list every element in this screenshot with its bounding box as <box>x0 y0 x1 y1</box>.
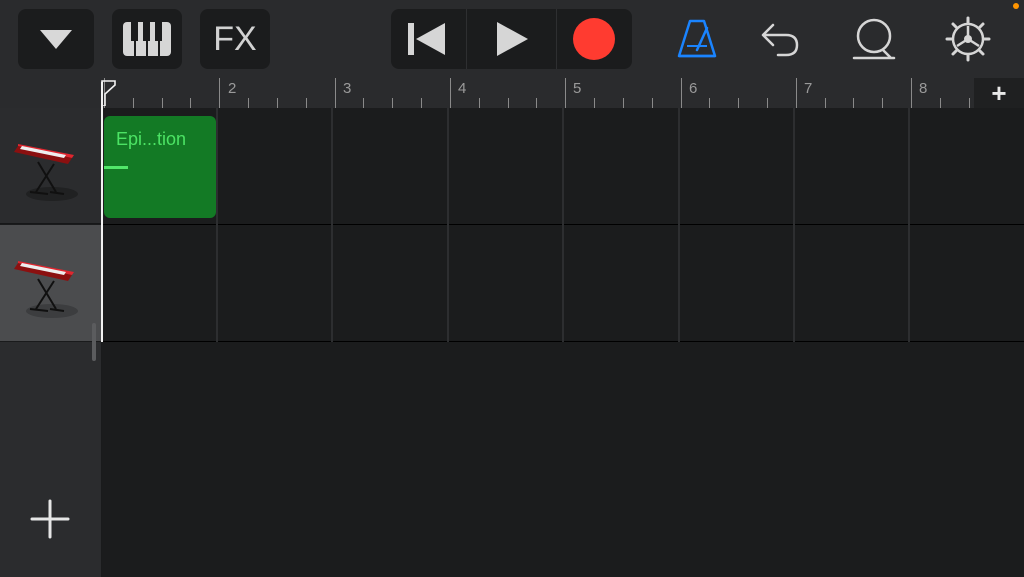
play-button[interactable] <box>467 9 556 69</box>
ruler-beat-tick <box>536 98 537 108</box>
loop-browser-button[interactable] <box>850 16 898 62</box>
ruler-corner <box>0 78 102 108</box>
bar-line <box>562 108 564 342</box>
ruler-beat-tick <box>421 98 422 108</box>
ruler-beat-tick <box>190 98 191 108</box>
tracks-view-button[interactable] <box>18 9 94 69</box>
go-to-beginning-button[interactable] <box>391 9 466 69</box>
plus-icon <box>30 499 70 539</box>
ruler-bar-number: 6 <box>689 80 698 97</box>
ruler-beat-tick <box>709 98 710 108</box>
control-bar: FX <box>0 0 1024 78</box>
ruler-bar-number: 4 <box>458 80 467 97</box>
piano-keys-icon <box>123 22 171 56</box>
track-header-1[interactable] <box>0 108 101 224</box>
loop-browser-icon <box>852 18 896 60</box>
timeline-ruler[interactable]: 2 3 4 5 6 7 8 <box>102 78 974 108</box>
ruler-bar-number: 2 <box>228 80 237 97</box>
region-note <box>104 166 128 169</box>
keyboard-synth-icon <box>14 144 78 201</box>
play-icon <box>497 22 528 56</box>
ruler-beat-tick <box>162 98 163 108</box>
bar-line <box>908 108 910 342</box>
settings-button[interactable] <box>944 15 992 63</box>
sidebar-resize-handle[interactable] <box>92 323 96 361</box>
add-section-button[interactable]: + <box>974 78 1024 108</box>
region-name: Epi...tion <box>116 129 187 149</box>
track-header-2[interactable] <box>0 225 101 341</box>
triangle-down-icon <box>40 30 72 49</box>
metronome-button[interactable] <box>674 16 720 62</box>
playhead-handle[interactable] <box>101 80 117 106</box>
ruler-beat-tick <box>392 98 393 108</box>
record-icon <box>573 18 615 60</box>
ruler-beat-tick <box>853 98 854 108</box>
midi-region[interactable]: Epi...tion <box>104 116 216 218</box>
ruler-bar-number: 8 <box>919 80 928 97</box>
fx-label: FX <box>213 20 257 58</box>
ruler-bar-tick <box>450 78 451 108</box>
ruler-beat-tick <box>248 98 249 108</box>
gear-icon <box>945 16 991 62</box>
ruler-beat-tick <box>738 98 739 108</box>
fx-button[interactable]: FX <box>200 9 270 69</box>
record-button[interactable] <box>557 9 632 69</box>
ruler-bar-tick <box>796 78 797 108</box>
undo-icon <box>761 23 799 57</box>
ruler-beat-tick <box>882 98 883 108</box>
bar-line <box>216 108 218 342</box>
ruler-beat-tick <box>623 98 624 108</box>
ruler-beat-tick <box>767 98 768 108</box>
ruler-beat-tick <box>652 98 653 108</box>
ruler-bar-tick <box>565 78 566 108</box>
ruler-bar-number: 3 <box>343 80 352 97</box>
add-track-button[interactable] <box>26 495 74 543</box>
transport-controls <box>391 9 632 69</box>
empty-tracks-area[interactable] <box>102 342 1024 577</box>
bar-line <box>447 108 449 342</box>
ruler-bar-number: 7 <box>804 80 813 97</box>
ruler-bar-tick <box>681 78 682 108</box>
ruler-beat-tick <box>594 98 595 108</box>
ruler-beat-tick <box>363 98 364 108</box>
bar-line <box>793 108 795 342</box>
playhead[interactable] <box>101 82 103 342</box>
ruler-beat-tick <box>825 98 826 108</box>
metronome-icon <box>677 19 717 58</box>
ruler-bar-tick <box>911 78 912 108</box>
ruler-beat-tick <box>969 98 970 108</box>
ruler-beat-tick <box>479 98 480 108</box>
undo-button[interactable] <box>758 18 802 60</box>
ruler-beat-tick <box>508 98 509 108</box>
instrument-view-button[interactable] <box>112 9 182 69</box>
ruler-bar-tick <box>219 78 220 108</box>
recording-status-dot <box>1013 3 1019 9</box>
keyboard-synth-icon <box>14 261 78 318</box>
bar-line <box>331 108 333 342</box>
ruler-bar-number: 5 <box>573 80 582 97</box>
add-section-label: + <box>991 78 1007 108</box>
skip-to-start-icon <box>408 23 445 55</box>
ruler-bar-tick <box>335 78 336 108</box>
ruler-beat-tick <box>306 98 307 108</box>
ruler-beat-tick <box>133 98 134 108</box>
bar-line <box>678 108 680 342</box>
ruler-beat-tick <box>277 98 278 108</box>
ruler-beat-tick <box>940 98 941 108</box>
garageband-window: FX 2 3 4 5 6 7 8 + Epi...tion <box>0 0 1024 577</box>
